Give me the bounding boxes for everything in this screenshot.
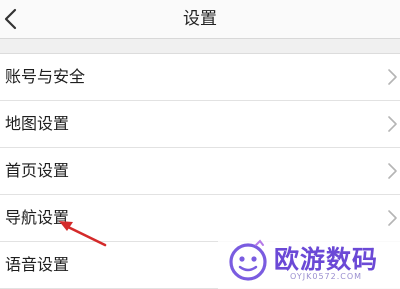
settings-item-account-security[interactable]: 账号与安全 <box>0 54 400 101</box>
chevron-right-icon <box>388 163 397 179</box>
settings-item-label: 首页设置 <box>5 161 70 180</box>
chevron-right-icon <box>388 69 397 85</box>
settings-screen: 设置 账号与安全 地图设置 首页设置 导航设置 语音设置 欧游数码 OYJK05… <box>0 0 400 289</box>
section-gap <box>0 39 400 54</box>
page-title: 设置 <box>183 9 217 29</box>
chevron-right-icon <box>388 116 397 132</box>
watermark-brand: 欧游数码 <box>274 245 379 274</box>
back-button[interactable] <box>0 2 26 36</box>
settings-item-label: 地图设置 <box>5 114 70 133</box>
chevron-left-icon <box>4 8 17 30</box>
settings-item-label: 账号与安全 <box>5 67 86 86</box>
navigation-bar: 设置 <box>0 0 400 39</box>
settings-item-homepage[interactable]: 首页设置 <box>0 148 400 195</box>
chevron-right-icon <box>388 210 397 226</box>
red-arrow-annotation <box>59 221 107 247</box>
brand-logo-icon <box>229 239 267 281</box>
watermark: 欧游数码 OYJK0572.COM <box>218 234 400 289</box>
watermark-url: OYJK0572.COM <box>290 272 363 281</box>
settings-item-label: 语音设置 <box>5 255 70 274</box>
settings-item-map[interactable]: 地图设置 <box>0 101 400 148</box>
